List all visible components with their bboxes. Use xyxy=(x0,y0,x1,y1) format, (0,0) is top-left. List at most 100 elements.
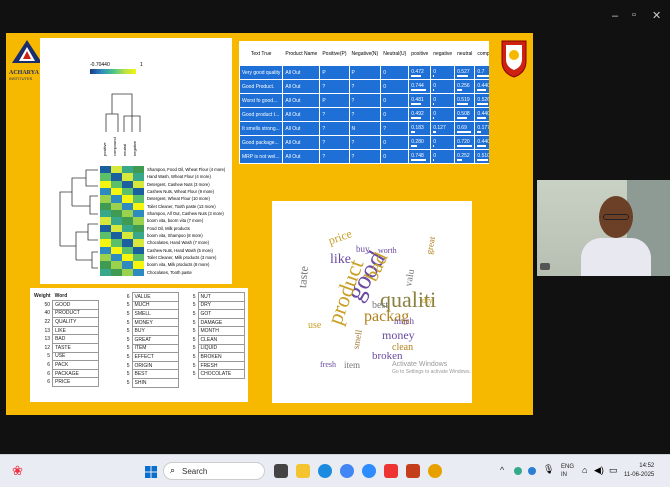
word-text: QUALITY xyxy=(52,317,100,327)
table-header: Product Name xyxy=(282,41,321,66)
table-cell: ? xyxy=(319,149,350,164)
word-weight: 5 xyxy=(192,362,196,369)
word-weight: 5 xyxy=(126,371,130,378)
word-text: DAMAGE xyxy=(197,317,245,328)
word-text: CLEAN xyxy=(197,334,245,345)
heatmap-row-labels: Shampoo, Food Oil, Wheat Flour (4 more) H… xyxy=(147,166,232,276)
word-weight: 6 xyxy=(47,370,51,377)
heatmap-cell xyxy=(133,180,144,188)
table-header: negative xyxy=(430,41,456,66)
zoom-icon[interactable] xyxy=(362,464,376,478)
heatmap-cell xyxy=(111,217,122,225)
table-cell: P xyxy=(319,65,350,80)
table-cell: 0.5267 xyxy=(474,93,489,108)
table-row: It smells strong... All Out? N? 0.183 0.127 0… xyxy=(239,121,489,136)
network-icon[interactable]: ⌂ xyxy=(582,465,587,475)
word-text: BAD xyxy=(52,334,100,345)
table-row: Good Product.All Out??00.74400.2560.4404 xyxy=(239,79,489,94)
taskbar-search[interactable]: ⌕ Search xyxy=(163,462,265,480)
word-text: CHOCOLATE xyxy=(197,369,245,379)
heatmap-cell xyxy=(111,224,122,232)
table-cell: 0.508 xyxy=(454,107,476,122)
word-row: 5 BROKEN xyxy=(180,352,245,362)
heatmap-cell xyxy=(111,210,122,218)
table-row: Good product t... All Out?? 0 0.492 0 0.508 0.… xyxy=(239,107,489,122)
value-bar xyxy=(457,88,463,91)
word-weight: 5 xyxy=(192,293,196,300)
word-row: 22 QUALITY xyxy=(32,317,100,327)
word-weight: 5 xyxy=(192,336,196,343)
powerpoint-icon[interactable] xyxy=(406,464,420,478)
heatmap-cell xyxy=(122,202,133,210)
heatmap-row-label: Chocolates, Tooth paste xyxy=(147,269,192,275)
heatmap-cell xyxy=(111,180,122,188)
heatmap-row-label: Shampoo, All Out, Cashew Nuts (3 more) xyxy=(147,211,224,216)
table-cell: 0.256 xyxy=(454,79,476,94)
word-row: 13 BAD xyxy=(32,334,100,345)
heatmap-row-label: Hand Wash, Wheat Flour (4 more) xyxy=(147,174,211,180)
table-cell: ? xyxy=(319,79,350,94)
language-indicator[interactable]: ENG IN xyxy=(561,463,574,479)
tray-icon-2[interactable] xyxy=(528,467,536,475)
word-weight: 6 xyxy=(47,362,51,369)
heatmap-cell xyxy=(100,261,111,269)
color-scale xyxy=(90,69,136,74)
table-header: neutral xyxy=(454,41,476,66)
chevron-up-icon[interactable]: ^ xyxy=(500,465,504,475)
watermark-line1: Activate Windows xyxy=(392,361,448,368)
word-text: MUCH xyxy=(131,300,179,311)
heatmap-cell xyxy=(133,217,144,225)
microphone-icon[interactable]: 🎙 xyxy=(543,464,554,475)
word-text: BROKEN xyxy=(197,352,245,362)
word-row: 5 CLEAN xyxy=(180,334,245,345)
weather-icon[interactable]: ❀ xyxy=(12,463,26,479)
word-text: PRICE xyxy=(52,377,100,388)
heatmap-cell xyxy=(133,246,144,254)
column-label: positive xyxy=(102,142,107,156)
word-row: 5 ITEM xyxy=(114,343,179,354)
table-cell: 0 xyxy=(380,79,410,94)
word-weight: 6 xyxy=(126,293,130,300)
heatmap-row-label: boorn vita, Shampoo (8 more) xyxy=(147,233,203,238)
watermark-line2: Go to Settings to activate Windows. xyxy=(392,369,471,376)
heatmap-cell xyxy=(111,268,122,276)
table-header: Positive(P) xyxy=(319,41,350,66)
battery-icon[interactable]: ▭ xyxy=(609,465,618,476)
minimize-button[interactable]: – xyxy=(612,10,618,22)
tray-icon-1[interactable] xyxy=(514,467,522,475)
task-view-icon[interactable] xyxy=(274,464,288,478)
word-text: MONEY xyxy=(131,317,179,328)
volume-icon[interactable]: ◀) xyxy=(594,465,604,476)
heatmap-cell xyxy=(122,188,133,196)
chrome-icon[interactable] xyxy=(340,464,354,478)
heatmap-row-label: Detergent, Cashew Nuts (3 more) xyxy=(147,181,210,187)
windows-start-icon[interactable] xyxy=(145,465,157,478)
table-cell: P xyxy=(348,65,382,80)
heatmap-cell xyxy=(122,224,133,232)
table-cell: ? xyxy=(348,135,382,150)
search-label: Search xyxy=(182,467,208,476)
table-cell: Worst fo good... xyxy=(239,93,284,108)
table-cell: All Out xyxy=(282,121,321,136)
word-row: 5 SMELL xyxy=(114,309,179,319)
table-cell: 0 xyxy=(380,149,410,164)
cloud-word: buy xyxy=(356,244,370,254)
heatmap-row-label: Cashew Nuts, Hand Wash (5 more) xyxy=(147,247,213,253)
edge-icon[interactable] xyxy=(318,464,332,478)
pdf-icon[interactable] xyxy=(384,464,398,478)
app-icon[interactable] xyxy=(428,464,442,478)
table-cell: 0 xyxy=(380,65,410,80)
heatmap-cell xyxy=(100,246,111,254)
table-cell: 0 xyxy=(380,107,410,122)
table-cell: 0.4404 xyxy=(474,107,489,122)
table-cell: 0.5106 xyxy=(474,149,489,164)
close-button[interactable]: ✕ xyxy=(652,9,661,22)
heatmap-cell xyxy=(111,254,122,262)
word-text: BEST xyxy=(131,369,179,379)
word-weight: 13 xyxy=(44,327,51,334)
maximize-button[interactable]: ▫ xyxy=(632,9,636,21)
heatmap-row-label: Toilet Cleaner, Milk products (3 more) xyxy=(147,255,217,260)
word-row: 6 PRICE xyxy=(32,377,100,388)
clock[interactable]: 14:52 11-06-2025 xyxy=(624,462,654,480)
file-explorer-icon[interactable] xyxy=(296,464,310,478)
